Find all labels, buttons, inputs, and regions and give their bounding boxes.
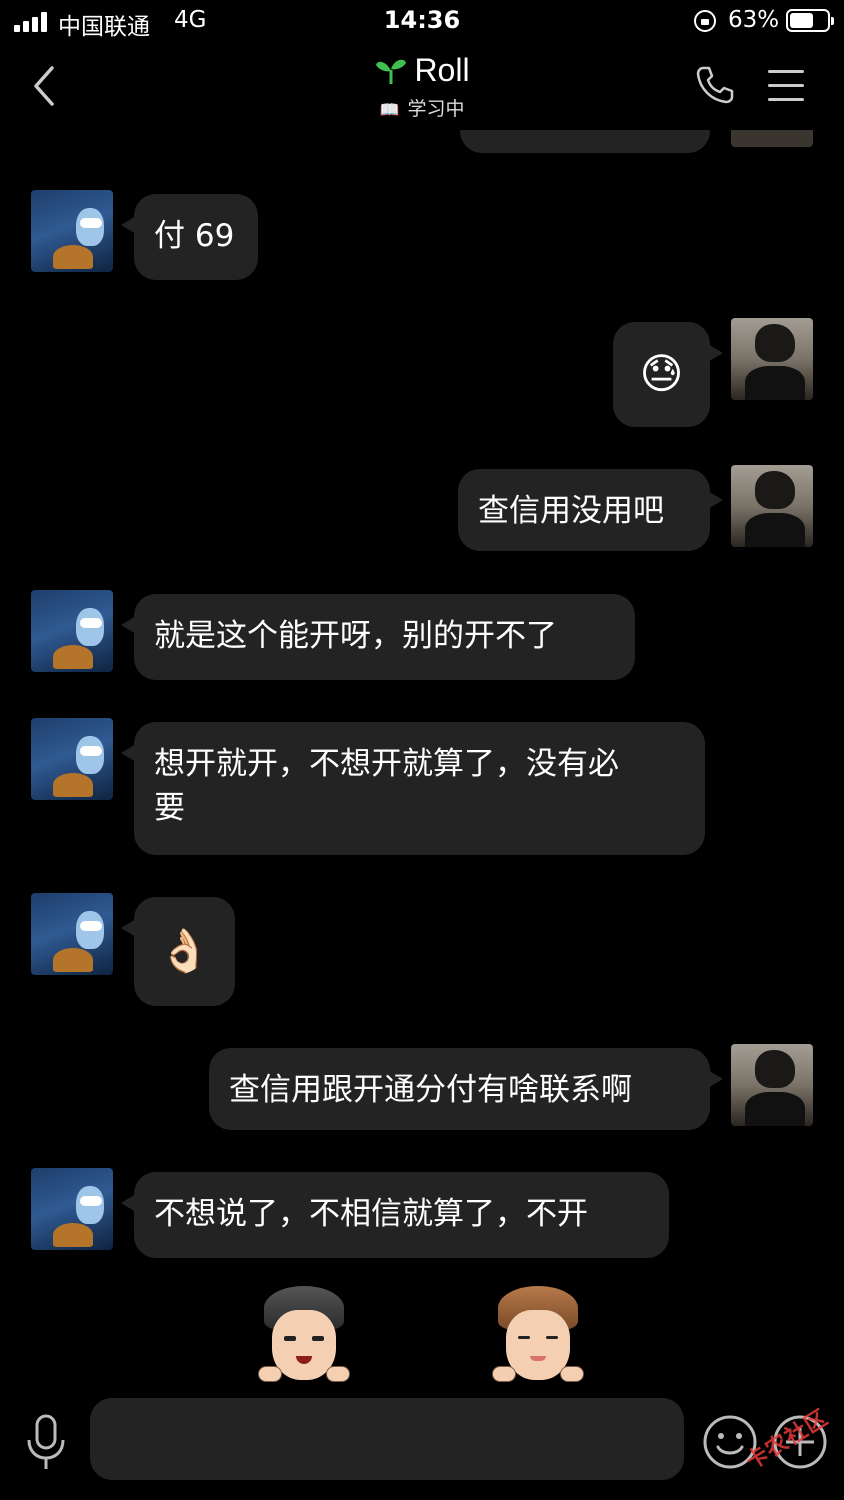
avatar-contact[interactable] <box>31 718 113 800</box>
avatar-self[interactable] <box>731 465 813 547</box>
book-icon: 📖 <box>379 100 400 119</box>
message-bubble-received[interactable]: 想开就开，不想开就算了，没有必 要 <box>121 722 705 855</box>
status-bar: 中国联通 4G 14:36 63% <box>0 0 844 44</box>
battery-percent: 63% <box>728 7 780 33</box>
chat-status-text: 学习中 <box>407 98 465 120</box>
chat-header: Roll 📖 学习中 <box>0 44 844 130</box>
message-input[interactable] <box>90 1398 684 1480</box>
sprout-icon <box>376 59 407 84</box>
message-bubble-received[interactable]: 👌🏻 <box>121 897 235 1006</box>
avatar-contact[interactable] <box>31 1168 113 1250</box>
message-bubble-sent[interactable]: 查信用没用吧 <box>458 469 723 551</box>
battery-icon <box>786 9 834 32</box>
sticker-angry-boy[interactable] <box>254 1284 354 1384</box>
message-bubble-sent[interactable]: 😓 <box>613 322 723 427</box>
message-bubble-received[interactable]: 就是这个能开呀，别的开不了 <box>121 594 635 680</box>
rotation-lock-icon <box>694 10 716 32</box>
menu-icon[interactable] <box>768 70 804 102</box>
message-bubble-received[interactable]: 付 69 <box>121 194 258 280</box>
status-time: 14:36 <box>383 6 461 34</box>
avatar-contact[interactable] <box>31 590 113 672</box>
avatar-self[interactable] <box>731 1044 813 1126</box>
chat-title: Roll <box>414 52 470 88</box>
avatar-contact[interactable] <box>31 190 113 272</box>
avatar-self[interactable] <box>731 318 813 400</box>
sticker-smiling-boy[interactable] <box>488 1284 588 1384</box>
input-bar: 卡农社区 <box>0 1390 844 1500</box>
phone-icon[interactable] <box>694 64 736 106</box>
avatar-contact[interactable] <box>31 893 113 975</box>
message-bubble-sent[interactable]: 查信用跟开通分付有啥联系啊 <box>209 1048 723 1130</box>
message-bubble-received[interactable]: 不想说了，不相信就算了，不开 <box>121 1172 669 1258</box>
mic-icon[interactable] <box>24 1414 68 1472</box>
